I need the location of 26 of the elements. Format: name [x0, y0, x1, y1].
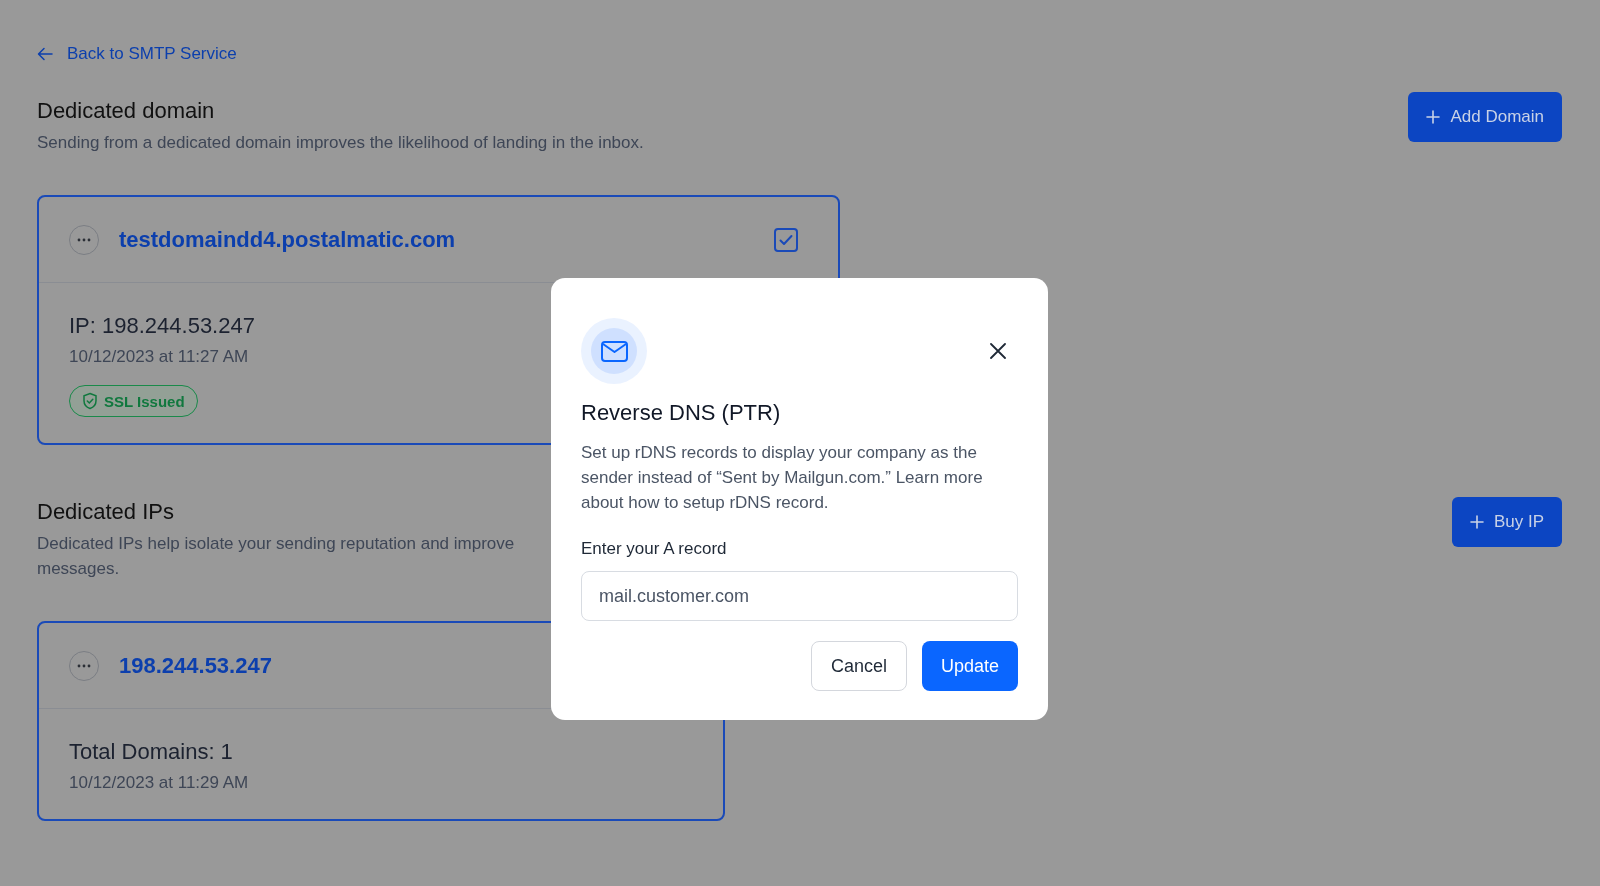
update-button[interactable]: Update [921, 641, 1018, 691]
card-date: 10/12/2023 at 11:27 AM [69, 347, 249, 367]
cancel-button[interactable]: Cancel [810, 641, 907, 691]
card-title-link[interactable]: testdomaindd4.postalmatic.com [119, 226, 754, 253]
dialog-title: Reverse DNS (PTR) [581, 400, 782, 426]
plus-icon [1469, 515, 1484, 529]
ssl-badge: SSL Issued [69, 385, 198, 417]
card-primary-text: IP: 198.244.53.247 [69, 313, 255, 339]
plus-icon [1426, 110, 1441, 124]
add-domain-button[interactable]: Add Domain [1408, 92, 1562, 142]
buy-ip-button[interactable]: Buy IP [1451, 497, 1562, 547]
card-primary-text: Total Domains: 1 [69, 739, 233, 765]
field-label: Enter your A record [581, 539, 728, 559]
dialog-description: Set up rDNS records to display your company as the sender instead of “Sent by Mailgun.com.” Learn more about how to setup rDNS record. [581, 442, 984, 514]
card-date: 10/12/2023 at 11:29 AM [69, 773, 249, 793]
mail-icon [600, 340, 628, 362]
section-heading: Dedicated IPs [37, 499, 175, 525]
a-record-input[interactable]: mail.customer.com [581, 571, 1018, 621]
shield-check-icon [82, 392, 98, 410]
section-description: Dedicated IPs help isolate your sending reputation and improve messages. [37, 533, 515, 580]
arrow-left-icon [37, 47, 53, 61]
close-icon [990, 343, 1006, 359]
checkbox[interactable] [774, 227, 798, 252]
checkmark-icon [779, 233, 793, 246]
section-heading: Dedicated domain [37, 98, 216, 124]
section-description: Sending from a dedicated domain improves the likelihood of landing in the inbox. [37, 132, 644, 154]
